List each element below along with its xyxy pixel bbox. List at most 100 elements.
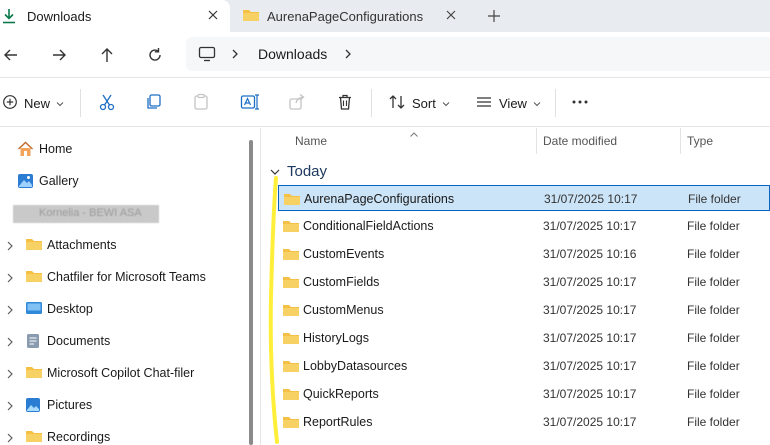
chevron-right-icon[interactable] [6, 240, 14, 251]
sidebar-item-label: Recordings [47, 430, 111, 444]
file-row[interactable]: CustomFields 31/07/2025 10:17 File folde… [278, 269, 770, 295]
account-label: Kornelia - BEWI ASA [39, 207, 142, 219]
sidebar-item-label: Gallery [39, 174, 79, 188]
file-name: CustomEvents [303, 247, 385, 261]
cut-button[interactable] [98, 93, 116, 113]
file-name: CustomMenus [303, 303, 384, 317]
column-separator[interactable] [680, 128, 681, 154]
file-date: 31/07/2025 10:17 [543, 219, 637, 233]
column-header-row: Name Date modified Type [261, 128, 770, 154]
file-row[interactable]: AurenaPageConfigurations 31/07/2025 10:1… [278, 185, 770, 211]
sidebar-item-gallery[interactable]: Gallery [0, 168, 245, 194]
chevron-right-icon[interactable] [6, 400, 14, 411]
copy-icon [145, 93, 163, 114]
new-tab-icon[interactable] [486, 8, 502, 24]
copy-button[interactable] [145, 93, 163, 113]
toolbar-divider [371, 89, 372, 117]
account-item-redacted[interactable]: Kornelia - BEWI ASA [13, 205, 159, 223]
folder-icon [25, 429, 42, 445]
up-arrow-icon[interactable] [98, 46, 116, 64]
sidebar-scrollbar[interactable] [249, 140, 253, 445]
close-icon[interactable] [206, 8, 220, 22]
column-name[interactable]: Name [295, 134, 327, 148]
sidebar-item-documents[interactable]: Documents [0, 328, 245, 354]
close-icon[interactable] [444, 8, 458, 22]
sidebar-item-attachments[interactable]: Attachments [0, 232, 245, 258]
download-icon [2, 8, 16, 24]
sidebar-item-recordings[interactable]: Recordings [0, 424, 245, 445]
folder-icon [282, 331, 300, 345]
folder-icon [282, 219, 300, 233]
folder-icon [282, 387, 300, 401]
file-date: 31/07/2025 10:17 [544, 192, 638, 206]
sidebar-item-chatfiler-teams[interactable]: Chatfiler for Microsoft Teams [0, 264, 245, 290]
rename-button[interactable] [240, 93, 260, 113]
column-type[interactable]: Type [687, 134, 713, 148]
tab-strip: Downloads AurenaPageConfigurations [0, 0, 770, 32]
folder-icon [282, 275, 300, 289]
folder-icon [282, 415, 300, 429]
breadcrumb-downloads[interactable]: Downloads [258, 46, 327, 62]
documents-icon [25, 333, 42, 349]
delete-button[interactable] [336, 93, 354, 113]
paste-button[interactable] [192, 93, 210, 113]
chevron-right-icon[interactable] [6, 272, 14, 283]
sidebar-item-desktop[interactable]: Desktop [0, 296, 245, 322]
file-type: File folder [687, 387, 740, 401]
sidebar-item-copilot-chat-filer[interactable]: Microsoft Copilot Chat-filer [0, 360, 245, 386]
file-name: AurenaPageConfigurations [304, 192, 455, 206]
new-button[interactable]: New [2, 93, 64, 113]
file-row[interactable]: HistoryLogs 31/07/2025 10:17 File folder [278, 325, 770, 351]
more-options-button[interactable] [570, 93, 590, 113]
group-label: Today [287, 162, 328, 180]
chevron-right-icon[interactable] [6, 304, 14, 315]
breadcrumb-chevron-icon[interactable] [230, 48, 240, 60]
group-header-today[interactable]: Today [269, 159, 327, 183]
file-row[interactable]: ConditionalFieldActions 31/07/2025 10:17… [278, 213, 770, 239]
file-date: 31/07/2025 10:17 [543, 387, 637, 401]
file-row[interactable]: CustomEvents 31/07/2025 10:16 File folde… [278, 241, 770, 267]
file-type: File folder [687, 275, 740, 289]
file-name: CustomFields [303, 275, 380, 289]
file-type: File folder [687, 303, 740, 317]
view-button[interactable]: View [475, 93, 541, 113]
pane-divider[interactable] [260, 128, 261, 445]
chevron-right-icon[interactable] [6, 336, 14, 347]
tab-downloads[interactable]: Downloads [0, 0, 230, 32]
view-label: View [499, 95, 527, 111]
clipboard-icon [192, 93, 210, 114]
desktop-icon [25, 301, 42, 317]
file-row[interactable]: CustomMenus 31/07/2025 10:17 File folder [278, 297, 770, 323]
sort-button[interactable]: Sort [388, 93, 450, 113]
new-label: New [24, 95, 51, 111]
tab-aurenapageconfigurations[interactable]: AurenaPageConfigurations [232, 0, 468, 32]
chevron-down-icon [442, 96, 450, 110]
sidebar-item-pictures[interactable]: Pictures [0, 392, 245, 418]
folder-icon [282, 359, 300, 373]
sidebar-item-home[interactable]: Home [0, 136, 245, 162]
file-type: File folder [687, 331, 740, 345]
chevron-right-icon[interactable] [6, 368, 14, 379]
share-button[interactable] [288, 93, 306, 113]
sidebar-item-label: Pictures [47, 398, 93, 412]
column-date-modified[interactable]: Date modified [543, 134, 617, 148]
folder-icon [25, 237, 42, 253]
file-row[interactable]: ReportRules 31/07/2025 10:17 File folder [278, 409, 770, 435]
file-row[interactable]: QuickReports 31/07/2025 10:17 File folde… [278, 381, 770, 407]
breadcrumb-chevron-icon[interactable] [343, 48, 353, 60]
file-type: File folder [687, 247, 740, 261]
column-separator[interactable] [536, 128, 537, 154]
home-icon [17, 141, 34, 157]
file-row[interactable]: LobbyDatasources 31/07/2025 10:17 File f… [278, 353, 770, 379]
file-explorer-window: Downloads AurenaPageConfigurations Downl… [0, 0, 770, 445]
tab-label: AurenaPageConfigurations [267, 9, 424, 24]
command-bar: New Sort View [0, 79, 770, 127]
folder-icon [283, 192, 301, 206]
back-arrow-icon[interactable] [2, 46, 20, 64]
refresh-icon[interactable] [146, 46, 164, 64]
address-bar[interactable]: Downloads [186, 37, 770, 71]
file-type: File folder [688, 192, 741, 206]
forward-arrow-icon[interactable] [50, 46, 68, 64]
toolbar-divider [555, 89, 556, 117]
chevron-right-icon[interactable] [6, 432, 14, 443]
